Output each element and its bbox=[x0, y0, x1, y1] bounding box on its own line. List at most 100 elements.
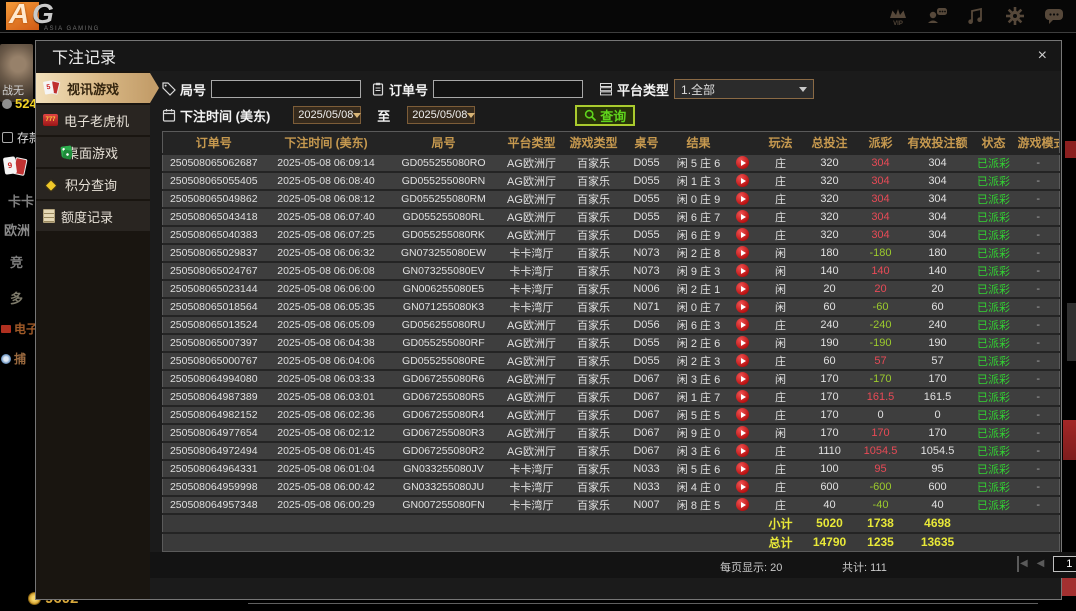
cell-round: GN071255080K3 bbox=[388, 298, 500, 316]
table-row: 2505080650554052025-05-08 06:08:40GD0552… bbox=[163, 172, 1060, 190]
cell-status: 已派彩 bbox=[970, 172, 1018, 190]
replay-video-button[interactable] bbox=[736, 408, 749, 421]
cell-time: 2025-05-08 06:05:35 bbox=[265, 298, 388, 316]
cell-platform: AG欧洲厅 bbox=[500, 370, 564, 388]
vip-icon[interactable]: VIP bbox=[886, 4, 910, 28]
cell-payout: 57 bbox=[856, 352, 906, 370]
cell-payout: -240 bbox=[856, 316, 906, 334]
sidebar-item-slots[interactable]: 777 电子老虎机 bbox=[36, 105, 150, 135]
sidebar-item-video-games[interactable]: 5 视讯游戏 bbox=[36, 73, 150, 103]
close-icon[interactable]: × bbox=[1038, 48, 1047, 64]
sidebar-item-credit-records[interactable]: 额度记录 bbox=[36, 201, 150, 231]
cell-bet: 320 bbox=[804, 172, 856, 190]
round-number-input[interactable] bbox=[211, 80, 361, 98]
cell-valid: 240 bbox=[906, 316, 970, 334]
first-page-icon[interactable]: ◀ bbox=[1017, 556, 1028, 572]
replay-video-button[interactable] bbox=[736, 264, 749, 277]
cell-round: GD055255080RF bbox=[388, 334, 500, 352]
cell-order: 250508065049862 bbox=[163, 190, 265, 208]
sidebar-item-label: 电子老虎机 bbox=[64, 111, 129, 130]
cell-status: 已派彩 bbox=[970, 280, 1018, 298]
cell-round: GD055255080RL bbox=[388, 208, 500, 226]
cell-payout: 95 bbox=[856, 460, 906, 478]
logo-letter-a: A bbox=[9, 0, 29, 30]
replay-video-button[interactable] bbox=[736, 390, 749, 403]
cell-table: D055 bbox=[624, 334, 670, 352]
cell-round: GD055255080RE bbox=[388, 352, 500, 370]
sidebar-item-points[interactable]: ◆ 积分查询 bbox=[36, 169, 150, 199]
cell-table: D055 bbox=[624, 172, 670, 190]
replay-video-button[interactable] bbox=[736, 498, 749, 511]
replay-video-button[interactable] bbox=[736, 228, 749, 241]
replay-video-button[interactable] bbox=[736, 246, 749, 259]
modal-sidebar: 5 视讯游戏 777 电子老虎机 桌面游戏 ◆ 积分查询 额度记录 bbox=[36, 71, 150, 599]
cell-payout: -190 bbox=[856, 334, 906, 352]
background-nav-europe[interactable]: 欧洲 bbox=[4, 220, 30, 239]
replay-video-button[interactable] bbox=[736, 282, 749, 295]
replay-video-button[interactable] bbox=[736, 480, 749, 493]
table-row: 2505080650403832025-05-08 06:07:25GD0552… bbox=[163, 226, 1060, 244]
sidebar-item-label: 桌面游戏 bbox=[66, 143, 118, 162]
cell-payout: -180 bbox=[856, 244, 906, 262]
background-nav-dianzi[interactable]: 电子 bbox=[1, 320, 38, 337]
replay-video-button[interactable] bbox=[736, 318, 749, 331]
cell-table: D067 bbox=[624, 424, 670, 442]
page-number-input[interactable] bbox=[1053, 556, 1076, 572]
replay-video-button[interactable] bbox=[736, 300, 749, 313]
settings-gear-icon[interactable] bbox=[1003, 4, 1027, 28]
cell-game: 百家乐 bbox=[564, 316, 624, 334]
replay-video-button[interactable] bbox=[736, 372, 749, 385]
replay-video-button[interactable] bbox=[736, 462, 749, 475]
date-from-select[interactable]: 2025/05/08 bbox=[293, 106, 361, 124]
order-number-input[interactable] bbox=[433, 80, 583, 98]
cell-platform: AG欧洲厅 bbox=[500, 154, 564, 172]
cell-valid: 20 bbox=[906, 280, 970, 298]
cell-play: 闲 bbox=[758, 424, 804, 442]
background-nav-bu[interactable]: 捕 bbox=[1, 350, 26, 367]
table-row: 2505080650007672025-05-08 06:04:06GD0552… bbox=[163, 352, 1060, 370]
cell-time: 2025-05-08 06:05:09 bbox=[265, 316, 388, 334]
sidebar-item-table-games[interactable]: 桌面游戏 bbox=[36, 137, 150, 167]
cell-result: 闲 2 庄 3 bbox=[670, 352, 728, 370]
cell-result: 闲 5 庄 5 bbox=[670, 406, 728, 424]
cell-valid: 304 bbox=[906, 190, 970, 208]
table-row: 2505080650498622025-05-08 06:08:12GD0552… bbox=[163, 190, 1060, 208]
cell-payout: 161.5 bbox=[856, 388, 906, 406]
customer-service-icon[interactable] bbox=[925, 4, 949, 28]
cell-play: 庄 bbox=[758, 496, 804, 514]
background-nav-jing[interactable]: 竞 bbox=[10, 252, 23, 271]
cell-mode: - bbox=[1018, 280, 1060, 298]
cell-round: GD055255080RO bbox=[388, 154, 500, 172]
replay-video-button[interactable] bbox=[736, 192, 749, 205]
replay-video-button[interactable] bbox=[736, 156, 749, 169]
cell-status: 已派彩 bbox=[970, 154, 1018, 172]
music-icon[interactable] bbox=[964, 4, 988, 28]
cell-order: 250508065013524 bbox=[163, 316, 265, 334]
background-nav-kaka[interactable]: 卡卡 bbox=[8, 191, 34, 210]
table-row: 2505080650298372025-05-08 06:06:32GN0732… bbox=[163, 244, 1060, 262]
cell-bet: 170 bbox=[804, 370, 856, 388]
betting-records-modal: 下注记录 × 5 视讯游戏 777 电子老虎机 桌面游戏 ◆ bbox=[35, 40, 1062, 600]
cell-mode: - bbox=[1018, 352, 1060, 370]
prev-page-icon[interactable]: ◀ bbox=[1037, 556, 1045, 572]
replay-video-button[interactable] bbox=[736, 174, 749, 187]
cell-bet: 240 bbox=[804, 316, 856, 334]
search-button[interactable]: 查询 bbox=[575, 105, 635, 126]
cell-payout: -170 bbox=[856, 370, 906, 388]
replay-video-button[interactable] bbox=[736, 426, 749, 439]
ag-logo[interactable]: A G ASIA GAMING bbox=[6, 0, 126, 33]
replay-video-button[interactable] bbox=[736, 444, 749, 457]
cell-game: 百家乐 bbox=[564, 280, 624, 298]
cell-result: 闲 6 庄 7 bbox=[670, 208, 728, 226]
date-to-select[interactable]: 2025/05/08 bbox=[407, 106, 475, 124]
platform-type-select[interactable]: 1.全部 bbox=[674, 79, 814, 99]
replay-video-button[interactable] bbox=[736, 336, 749, 349]
platform-list-icon bbox=[599, 82, 613, 96]
cell-bet: 170 bbox=[804, 388, 856, 406]
replay-video-button[interactable] bbox=[736, 354, 749, 367]
background-nav-duo[interactable]: 多 bbox=[10, 288, 23, 307]
chat-icon[interactable] bbox=[1042, 4, 1066, 28]
cell-result: 闲 6 庄 9 bbox=[670, 226, 728, 244]
replay-video-button[interactable] bbox=[736, 210, 749, 223]
cell-platform: 卡卡湾厅 bbox=[500, 298, 564, 316]
